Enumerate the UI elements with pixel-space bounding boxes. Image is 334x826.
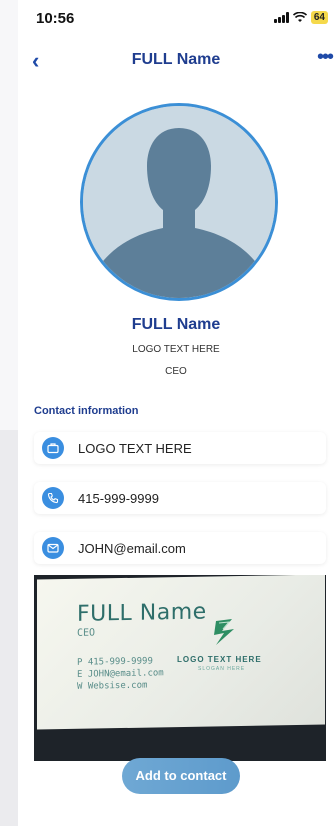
profile-company: LOGO TEXT HERE bbox=[132, 344, 220, 355]
contact-company-text: LOGO TEXT HERE bbox=[78, 441, 192, 456]
card-logo-text: LOGO TEXT HERE bbox=[177, 655, 262, 664]
phone-icon bbox=[42, 487, 64, 509]
person-silhouette-icon bbox=[83, 106, 275, 298]
card-name: FULL Name bbox=[77, 599, 207, 627]
status-time: 10:56 bbox=[36, 10, 75, 27]
card-email: E JOHN@email.com bbox=[77, 668, 164, 680]
page-title: FULL Name bbox=[131, 51, 221, 68]
wifi-icon bbox=[292, 12, 307, 22]
contact-phone-text: 415-999-9999 bbox=[78, 491, 159, 506]
mail-icon bbox=[42, 537, 64, 559]
card-website: W Websise.com bbox=[77, 680, 148, 692]
briefcase-icon bbox=[42, 437, 64, 459]
contact-section-title: Contact information bbox=[34, 405, 139, 417]
more-horizontal-icon[interactable]: ••• bbox=[317, 46, 334, 69]
card-role: CEO bbox=[77, 627, 96, 639]
signal-icon bbox=[273, 12, 289, 23]
battery-level: 64 bbox=[310, 11, 328, 24]
left-backdrop-gray bbox=[0, 430, 18, 826]
profile-role: CEO bbox=[165, 366, 187, 377]
nav-bar: ‹ FULL Name ••• bbox=[18, 40, 334, 80]
avatar bbox=[80, 103, 278, 301]
profile-name: FULL Name bbox=[131, 316, 221, 333]
status-icons: 64 bbox=[273, 11, 328, 24]
status-bar: 10:56 64 bbox=[0, 0, 334, 40]
card-logo-icon bbox=[214, 619, 234, 645]
business-card-surface: FULL Name CEO P 415-999-9999 E JOHN@emai… bbox=[37, 575, 325, 730]
card-phone: P 415-999-9999 bbox=[77, 656, 153, 668]
add-to-contact-button[interactable]: Add to contact bbox=[122, 758, 240, 794]
card-slogan: SLOGAN HERE bbox=[198, 666, 246, 672]
contact-row-phone[interactable]: 415-999-9999 bbox=[34, 482, 326, 514]
contact-row-email[interactable]: JOHN@email.com bbox=[34, 532, 326, 564]
contact-email-text: JOHN@email.com bbox=[78, 541, 186, 556]
contact-row-company[interactable]: LOGO TEXT HERE bbox=[34, 432, 326, 464]
business-card-photo: FULL Name CEO P 415-999-9999 E JOHN@emai… bbox=[34, 575, 326, 761]
